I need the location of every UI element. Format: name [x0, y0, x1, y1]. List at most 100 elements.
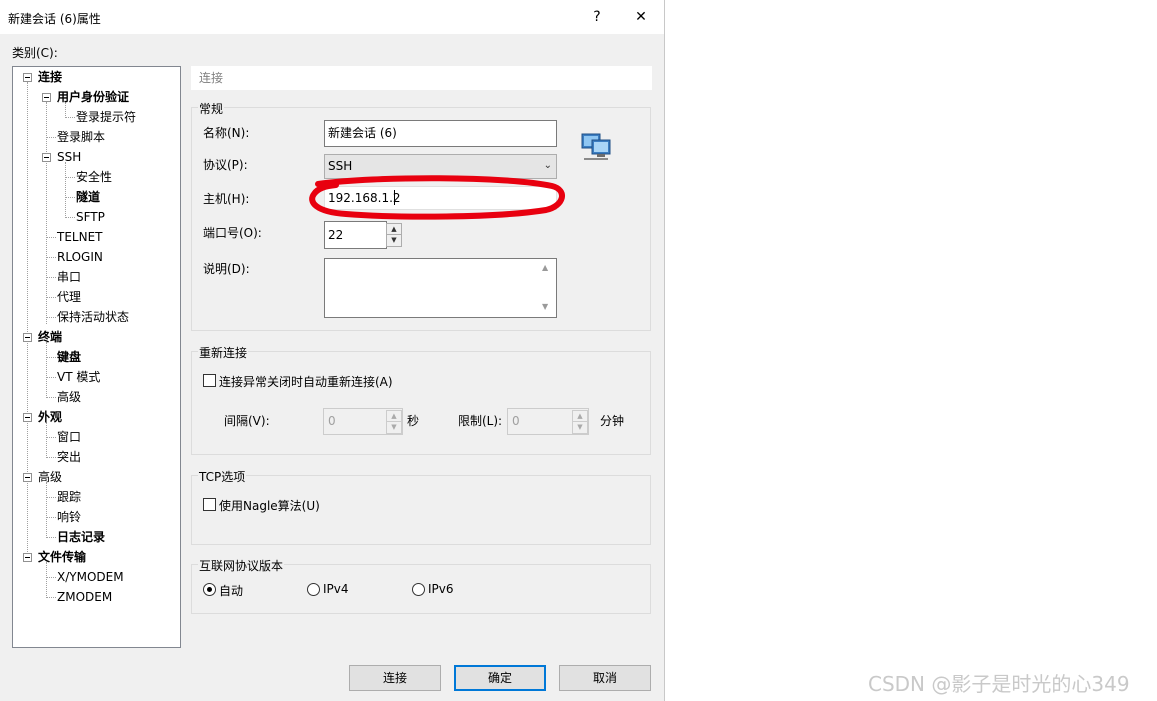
tree-connector	[46, 457, 56, 458]
tree-connector	[46, 497, 56, 498]
collapse-toggle-icon[interactable]	[42, 93, 51, 102]
tree-item-proxy[interactable]: 代理	[57, 288, 81, 306]
tree-connector	[46, 102, 47, 324]
collapse-toggle-icon[interactable]	[23, 73, 32, 82]
tree-connector	[46, 517, 56, 518]
spin-up-icon[interactable]: ▲	[387, 224, 401, 235]
tree-item-tunnel[interactable]: 隧道	[76, 188, 100, 206]
tree-item-logging[interactable]: 日志记录	[57, 528, 105, 546]
ip-auto-radio[interactable]	[203, 583, 216, 596]
red-annotation-circle	[309, 175, 565, 220]
tree-item-bell[interactable]: 响铃	[57, 508, 81, 526]
collapse-toggle-icon[interactable]	[42, 153, 51, 162]
tree-connector	[46, 397, 56, 398]
tree-item-appearance[interactable]: 外观	[38, 408, 62, 426]
spin-down-icon[interactable]: ▼	[387, 422, 401, 433]
ipv4-radio[interactable]	[307, 583, 320, 596]
tree-item-zmodem[interactable]: ZMODEM	[57, 588, 112, 606]
tree-connector	[46, 297, 56, 298]
scroll-down-icon[interactable]: ▼	[542, 302, 548, 311]
tree-item-login-prompt[interactable]: 登录提示符	[76, 108, 136, 126]
tree-connector	[65, 197, 75, 198]
tree-item-trace[interactable]: 跟踪	[57, 488, 81, 506]
tree-item-telnet[interactable]: TELNET	[57, 228, 103, 246]
tree-connector	[65, 177, 75, 178]
tree-item-ssh[interactable]: SSH	[57, 148, 81, 166]
tree-connector	[46, 422, 47, 458]
tree-item-advanced[interactable]: 高级	[38, 468, 62, 486]
collapse-toggle-icon[interactable]	[23, 413, 32, 422]
description-field[interactable]	[324, 258, 557, 318]
tree-connector	[46, 577, 56, 578]
description-label: 说明(D):	[203, 262, 250, 276]
spin-down-icon[interactable]: ▼	[573, 422, 587, 433]
category-label: 类别(C):	[12, 46, 58, 60]
tree-item-window[interactable]: 窗口	[57, 428, 81, 446]
tree-item-highlight[interactable]: 突出	[57, 448, 81, 466]
scroll-up-icon[interactable]: ▲	[542, 263, 548, 272]
tree-connector	[46, 257, 56, 258]
collapse-toggle-icon[interactable]	[23, 333, 32, 342]
category-tree[interactable]: 连接 用户身份验证 登录提示符 登录脚本 SSH 安全性 隧道 SFTP TEL…	[12, 66, 181, 648]
tree-item-keyboard[interactable]: 键盘	[57, 348, 81, 366]
protocol-value: SSH	[328, 159, 353, 173]
tree-connector	[65, 117, 75, 118]
cancel-button[interactable]: 取消	[559, 665, 651, 691]
tree-connector	[46, 342, 47, 398]
interval-label: 间隔(V):	[224, 414, 270, 428]
ipv4-label: IPv4	[323, 582, 349, 596]
tcp-group-title: TCP选项	[198, 468, 247, 485]
tree-connector	[46, 237, 56, 238]
tree-connector	[46, 597, 56, 598]
port-stepper[interactable]: ▲ ▼	[386, 223, 402, 247]
page-header: 连接	[191, 66, 652, 90]
tree-item-security[interactable]: 安全性	[76, 168, 112, 186]
nagle-checkbox[interactable]	[203, 498, 216, 511]
ipv6-radio[interactable]	[412, 583, 425, 596]
seconds-unit: 秒	[407, 414, 420, 428]
ip-auto-label: 自动	[219, 584, 244, 598]
tree-connector	[46, 537, 56, 538]
general-group-title: 常规	[198, 100, 225, 117]
nagle-label: 使用Nagle算法(U)	[219, 499, 320, 513]
ok-button[interactable]: 确定	[454, 665, 546, 691]
tree-item-terminal[interactable]: 终端	[38, 328, 62, 346]
title-bar: 新建会话 (6)属性 ? ✕	[0, 0, 664, 34]
spin-up-icon[interactable]: ▲	[573, 411, 587, 422]
ip-version-group-title: 互联网协议版本	[198, 557, 285, 574]
spin-down-icon[interactable]: ▼	[387, 235, 401, 246]
collapse-toggle-icon[interactable]	[23, 473, 32, 482]
tree-item-terminal-advanced[interactable]: 高级	[57, 388, 81, 406]
ipv6-label: IPv6	[428, 582, 454, 596]
tree-connector	[46, 482, 47, 538]
tree-item-user-auth[interactable]: 用户身份验证	[57, 88, 129, 106]
auto-reconnect-checkbox[interactable]	[203, 374, 216, 387]
tree-item-login-script[interactable]: 登录脚本	[57, 128, 105, 146]
tree-item-rlogin[interactable]: RLOGIN	[57, 248, 103, 266]
tree-connector	[65, 217, 75, 218]
collapse-toggle-icon[interactable]	[23, 553, 32, 562]
interval-stepper[interactable]: ▲ ▼	[386, 410, 402, 434]
session-properties-dialog: 新建会话 (6)属性 ? ✕ 类别(C): 连接 用户身份验证 登录提示符 登录…	[0, 0, 665, 701]
watermark: CSDN @影子是时光的心349	[868, 672, 1130, 696]
help-button[interactable]: ?	[582, 5, 612, 29]
name-field[interactable]: 新建会话 (6)	[324, 120, 557, 147]
reconnect-group	[191, 351, 651, 455]
tree-item-file-transfer[interactable]: 文件传输	[38, 548, 86, 566]
spin-up-icon[interactable]: ▲	[387, 411, 401, 422]
limit-label: 限制(L):	[458, 414, 503, 428]
tree-connector	[46, 357, 56, 358]
tree-item-sftp[interactable]: SFTP	[76, 208, 105, 226]
tree-connector	[46, 562, 47, 598]
port-field[interactable]: 22	[324, 221, 387, 249]
reconnect-group-title: 重新连接	[198, 344, 249, 361]
tree-item-keepalive[interactable]: 保持活动状态	[57, 308, 129, 326]
connect-button[interactable]: 连接	[349, 665, 441, 691]
tree-item-xymodem[interactable]: X/YMODEM	[57, 568, 124, 586]
tree-item-serial[interactable]: 串口	[57, 268, 81, 286]
tree-item-connection[interactable]: 连接	[38, 68, 62, 86]
close-button[interactable]: ✕	[626, 5, 656, 29]
tree-item-vt-mode[interactable]: VT 模式	[57, 368, 100, 386]
limit-stepper[interactable]: ▲ ▼	[572, 410, 588, 434]
name-label: 名称(N):	[203, 126, 250, 140]
